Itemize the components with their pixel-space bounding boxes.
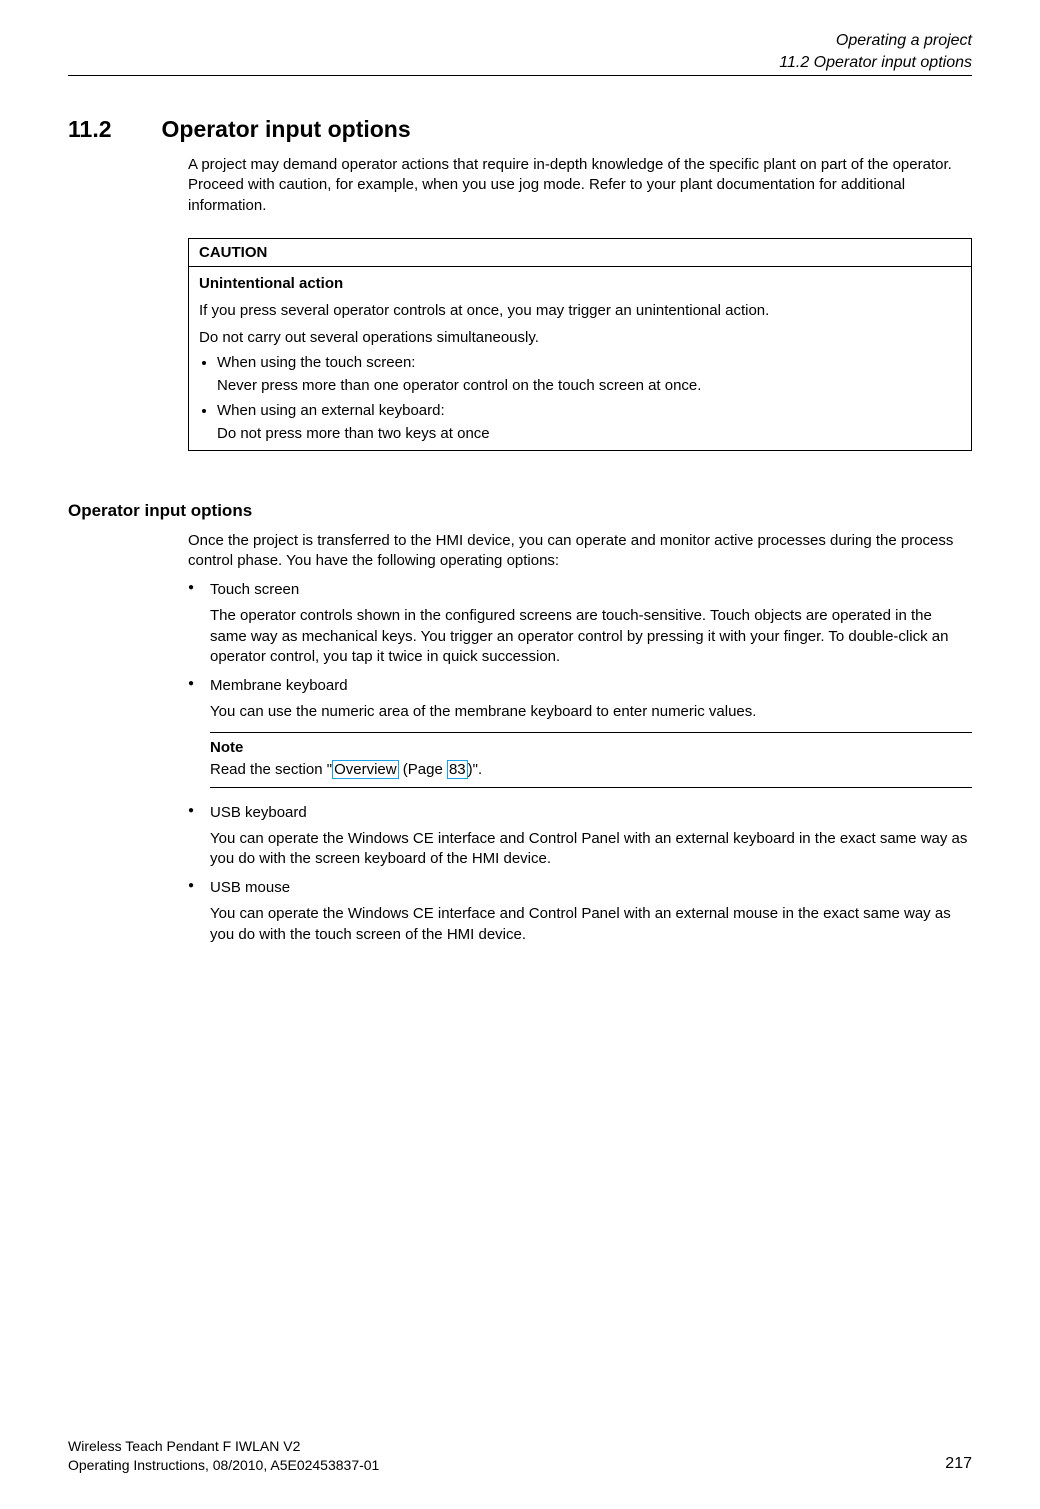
list-item: USB mouse You can operate the Windows CE… xyxy=(188,879,972,945)
option-desc: You can operate the Windows CE interface… xyxy=(210,829,972,870)
caution-line: If you press several operator controls a… xyxy=(199,300,961,321)
note-label: Note xyxy=(210,737,972,759)
caution-item-detail: Do not press more than two keys at once xyxy=(217,423,961,444)
footer-docinfo: Operating Instructions, 08/2010, A5E0245… xyxy=(68,1456,379,1475)
list-item: Touch screen The operator controls shown… xyxy=(188,581,972,667)
option-title: USB keyboard xyxy=(210,804,307,821)
footer-product: Wireless Teach Pendant F IWLAN V2 xyxy=(68,1437,379,1456)
caution-subtitle: Unintentional action xyxy=(199,273,961,294)
caution-item: When using an external keyboard: Do not … xyxy=(217,400,961,444)
header-rule xyxy=(68,75,972,76)
footer-left: Wireless Teach Pendant F IWLAN V2 Operat… xyxy=(68,1437,379,1475)
option-desc: You can operate the Windows CE interface… xyxy=(210,904,972,945)
section-heading: 11.2 Operator input options xyxy=(68,116,972,143)
option-title: USB mouse xyxy=(210,879,290,896)
caution-item-label: When using an external keyboard: xyxy=(217,402,445,419)
caution-line: Do not carry out several operations simu… xyxy=(199,327,961,348)
caution-item-detail: Never press more than one operator contr… xyxy=(217,375,961,396)
caution-item-label: When using the touch screen: xyxy=(217,354,415,371)
option-title: Membrane keyboard xyxy=(210,677,348,694)
subsection-intro: Once the project is transferred to the H… xyxy=(188,531,972,572)
section-intro: A project may demand operator actions th… xyxy=(188,155,972,216)
caution-item: When using the touch screen: Never press… xyxy=(217,352,961,396)
option-desc: The operator controls shown in the confi… xyxy=(210,606,972,667)
option-desc: You can use the numeric area of the memb… xyxy=(210,702,972,722)
subsection-heading: Operator input options xyxy=(68,501,972,521)
link-page[interactable]: 83 xyxy=(447,760,468,779)
options-list-2: USB keyboard You can operate the Windows… xyxy=(188,804,972,945)
page-header: Operating a project 11.2 Operator input … xyxy=(68,30,972,73)
note-text: Read the section "Overview (Page 83)". xyxy=(210,759,972,781)
header-chapter: Operating a project xyxy=(68,30,972,52)
list-item: USB keyboard You can operate the Windows… xyxy=(188,804,972,870)
caution-body: Unintentional action If you press severa… xyxy=(189,267,971,450)
section-number: 11.2 xyxy=(68,116,112,143)
option-title: Touch screen xyxy=(210,581,299,598)
link-overview[interactable]: Overview xyxy=(332,760,399,779)
footer-page: 217 xyxy=(945,1453,972,1475)
options-list: Touch screen The operator controls shown… xyxy=(188,581,972,722)
page-footer: Wireless Teach Pendant F IWLAN V2 Operat… xyxy=(68,1437,972,1475)
caution-box: CAUTION Unintentional action If you pres… xyxy=(188,238,972,451)
section-title: Operator input options xyxy=(162,116,411,143)
header-section: 11.2 Operator input options xyxy=(68,52,972,74)
caution-label: CAUTION xyxy=(189,239,971,267)
note-block: Note Read the section "Overview (Page 83… xyxy=(210,732,972,788)
list-item: Membrane keyboard You can use the numeri… xyxy=(188,677,972,722)
